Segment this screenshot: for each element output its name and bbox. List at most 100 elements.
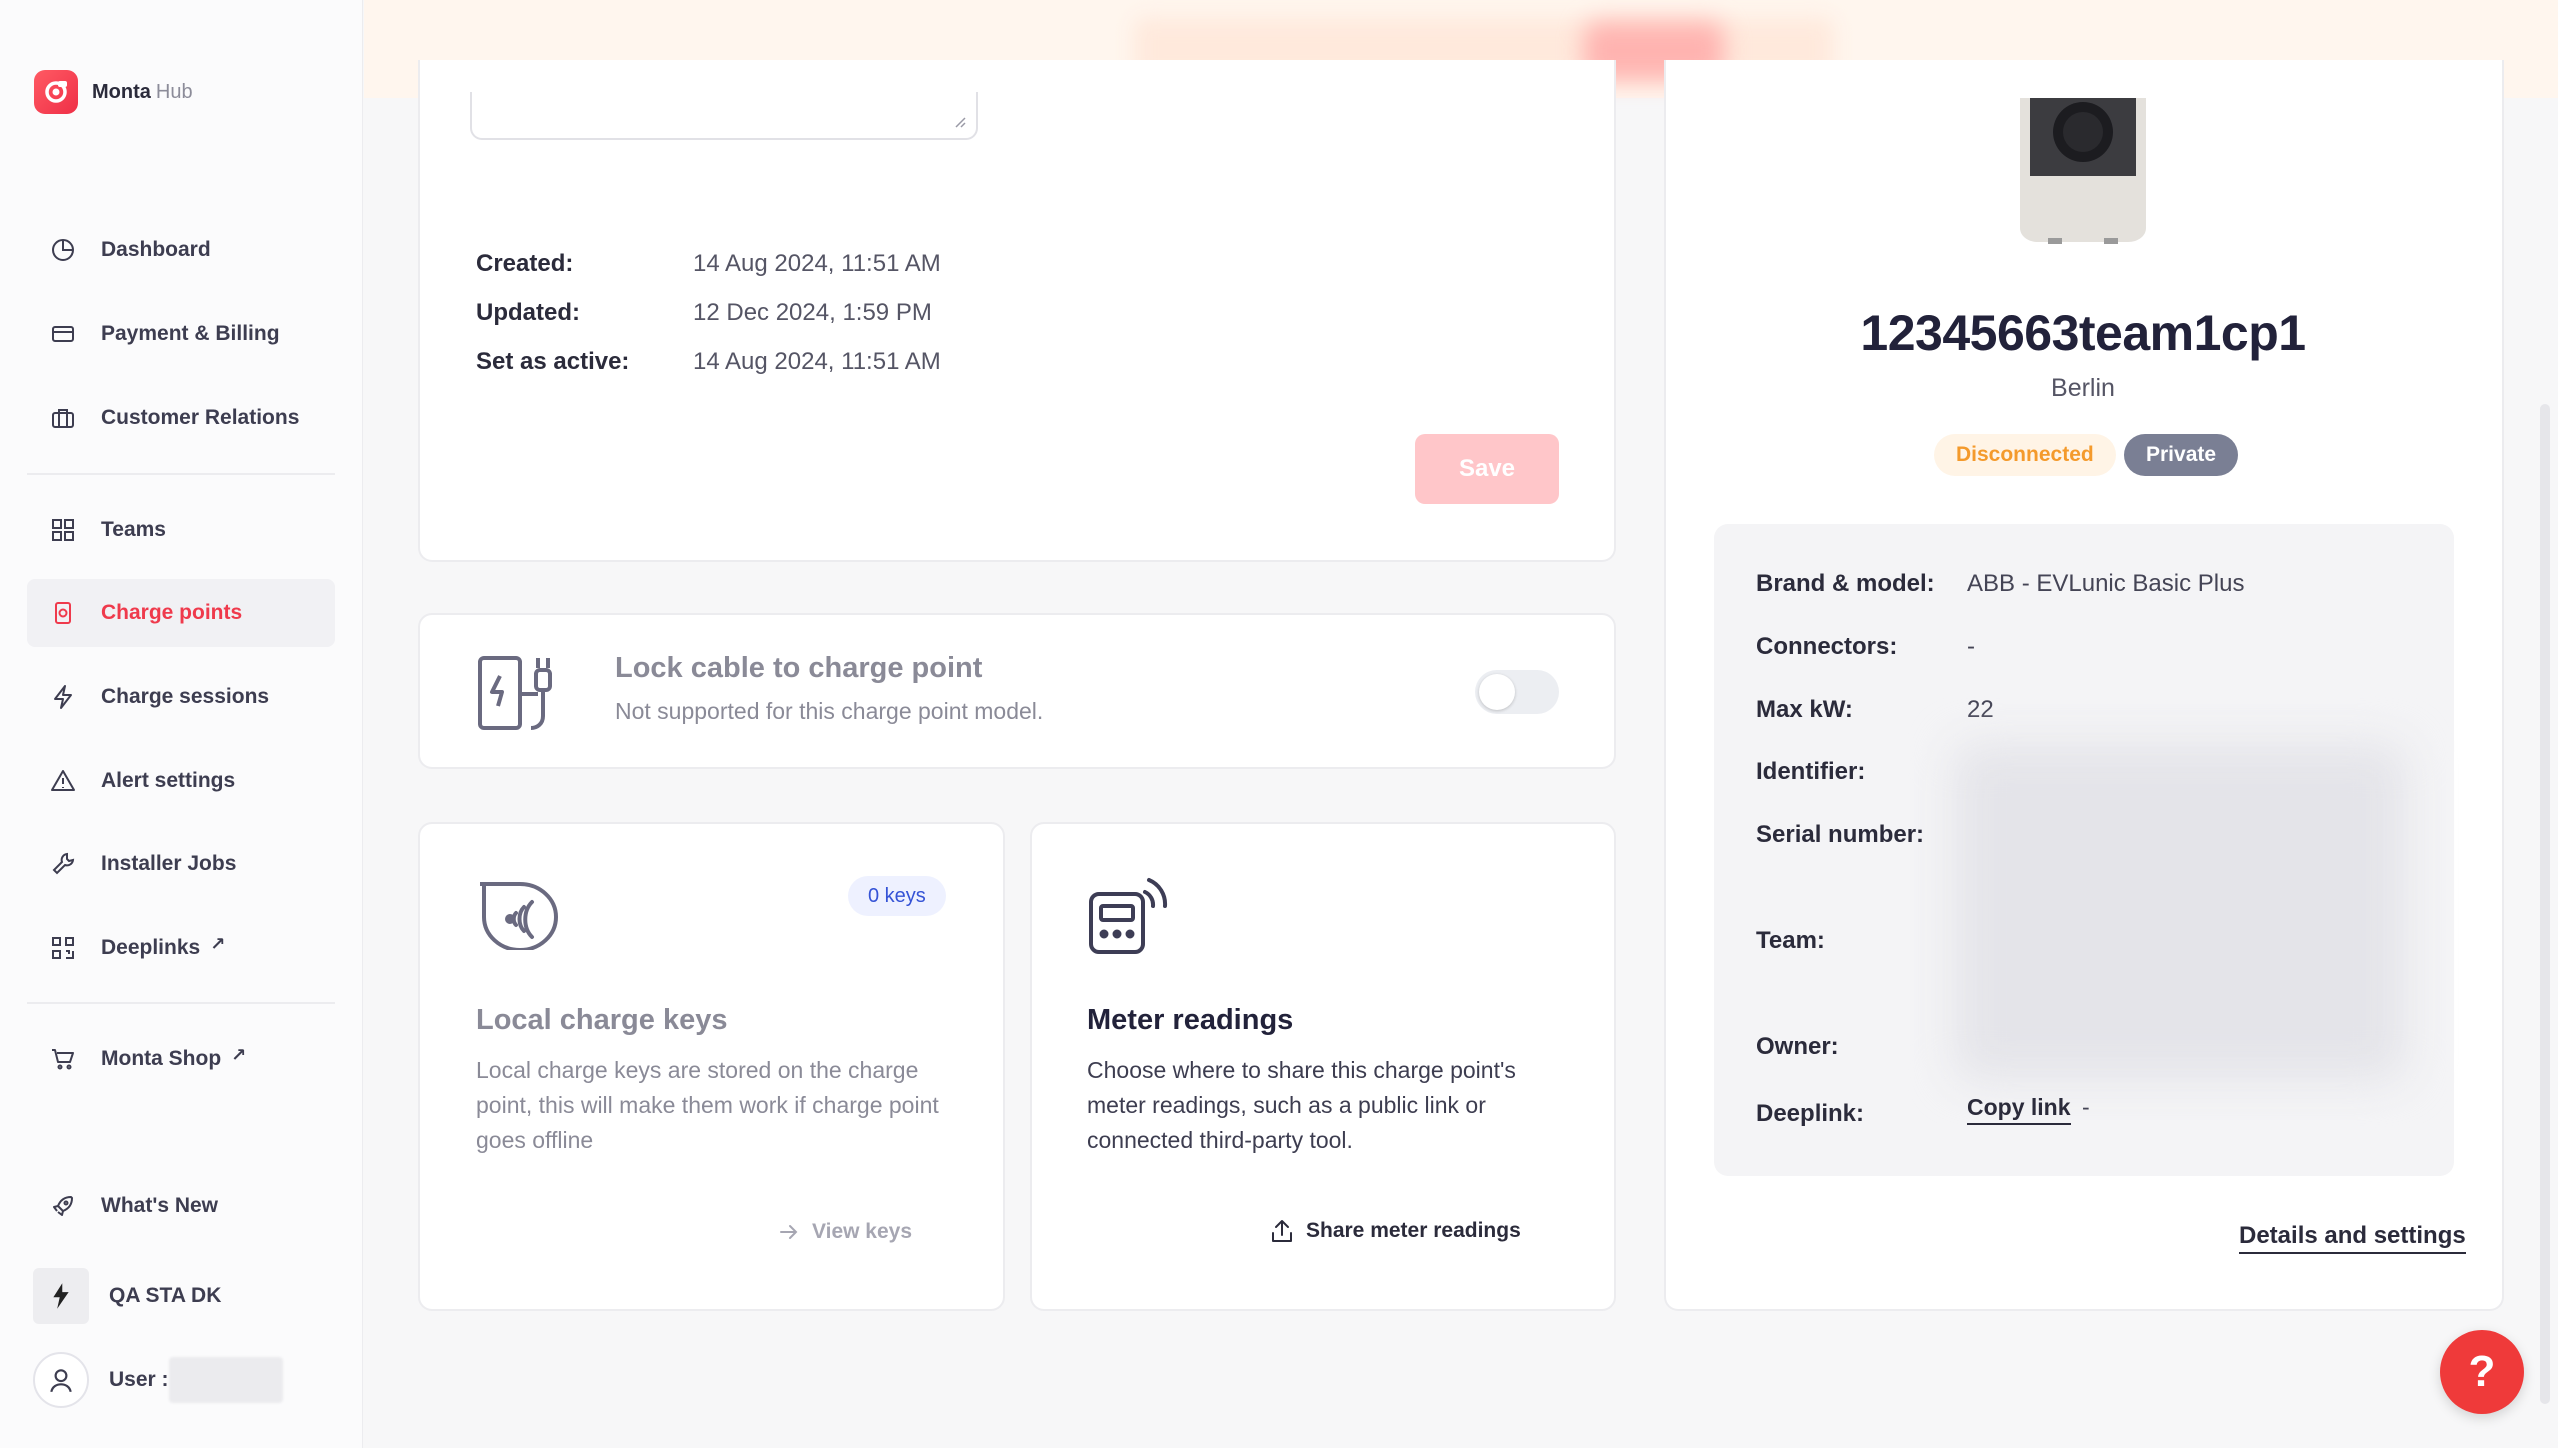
- sidebar-item-customer-relations[interactable]: Customer Relations: [27, 384, 335, 452]
- save-button[interactable]: Save: [1415, 434, 1559, 504]
- sidebar-item-label: Dashboard: [101, 238, 211, 261]
- updated-value: 12 Dec 2024, 1:59 PM: [693, 299, 932, 326]
- share-meter-readings-button[interactable]: Share meter readings: [1270, 1218, 1521, 1244]
- charge-point-city: Berlin: [2051, 374, 2115, 402]
- pie-chart-icon: [52, 239, 74, 261]
- connectors-label: Connectors:: [1756, 633, 1898, 660]
- sidebar-item-monta-shop[interactable]: Monta Shop ↗: [27, 1025, 335, 1093]
- user-avatar-icon: [33, 1352, 89, 1408]
- status-badge: Disconnected: [1934, 434, 2116, 476]
- org-switcher[interactable]: QA STA DK: [27, 1262, 335, 1330]
- share-meter-readings-label: Share meter readings: [1306, 1219, 1521, 1242]
- charger-cable-icon: [478, 656, 552, 730]
- external-link-icon: ↗: [231, 1044, 247, 1065]
- sidebar: Monta Hub Dashboard Payment & Billing Cus…: [0, 0, 363, 1448]
- sidebar-item-label: Customer Relations: [101, 406, 300, 429]
- qr-icon: [52, 937, 74, 959]
- cart-icon: [52, 1049, 74, 1070]
- user-name-redacted: [168, 1357, 283, 1403]
- deeplink-label: Deeplink:: [1756, 1100, 1865, 1127]
- sidebar-item-label: Deeplinks: [101, 936, 201, 959]
- monta-logo-icon: [34, 70, 78, 114]
- share-icon: [1272, 1220, 1292, 1242]
- charge-point-name: 12345663team1cp1: [1860, 305, 2306, 361]
- max-kw-label: Max kW:: [1756, 696, 1853, 723]
- charger-device-image: [2020, 98, 2146, 244]
- org-name: QA STA DK: [109, 1284, 222, 1307]
- scrollbar[interactable]: [2540, 404, 2550, 1404]
- sidebar-item-label: What's New: [101, 1194, 219, 1217]
- sidebar-item-payment-billing[interactable]: Payment & Billing: [27, 300, 335, 368]
- meter-readings-desc: Choose where to share this charge point'…: [1087, 1057, 1516, 1153]
- toggle-knob: [1479, 674, 1515, 710]
- lightning-icon: [54, 685, 72, 709]
- org-logo-icon: [33, 1268, 89, 1324]
- copy-link-button[interactable]: Copy link: [1967, 1094, 2071, 1125]
- details-and-settings-link[interactable]: Details and settings: [2239, 1222, 2466, 1254]
- sidebar-item-dashboard[interactable]: Dashboard: [27, 216, 335, 284]
- serial-number-label: Serial number:: [1756, 821, 1925, 848]
- meter-readings-title: Meter readings: [1087, 1004, 1294, 1036]
- brand-name: Monta: [92, 80, 151, 103]
- lock-cable-toggle[interactable]: [1475, 670, 1559, 714]
- brand-model-label: Brand & model:: [1756, 570, 1935, 597]
- local-keys-desc: Local charge keys are stored on the char…: [476, 1057, 939, 1153]
- sidebar-item-teams[interactable]: Teams: [27, 496, 335, 564]
- active-row: Set as active: 14 Aug 2024, 11:51 AM: [476, 348, 941, 376]
- created-label: Created:: [476, 250, 574, 277]
- briefcase-icon: [52, 409, 74, 428]
- rocket-icon: [53, 1196, 73, 1216]
- help-button[interactable]: ?: [2440, 1330, 2524, 1414]
- user-name: User :: [109, 1368, 169, 1391]
- wrench-icon: [52, 852, 75, 875]
- team-label: Team:: [1756, 927, 1825, 954]
- identifier-label: Identifier:: [1756, 758, 1866, 785]
- resize-grip-icon: [955, 117, 966, 128]
- updated-row: Updated: 12 Dec 2024, 1:59 PM: [476, 299, 932, 327]
- connectors-value: -: [1967, 633, 1975, 660]
- sidebar-item-alert-settings[interactable]: Alert settings: [27, 747, 335, 815]
- view-keys-button[interactable]: View keys: [778, 1220, 912, 1244]
- credit-card-icon: [52, 326, 74, 342]
- brand-sub: Hub: [155, 80, 193, 103]
- sidebar-item-deeplinks[interactable]: Deeplinks ↗: [27, 914, 335, 982]
- active-label: Set as active:: [476, 348, 630, 375]
- brand[interactable]: Monta Hub: [34, 70, 193, 114]
- sidebar-item-label: Charge points: [101, 601, 243, 624]
- sidebar-divider: [27, 473, 335, 475]
- active-value: 14 Aug 2024, 11:51 AM: [693, 348, 941, 375]
- lock-cable-subtitle: Not supported for this charge point mode…: [615, 698, 1044, 724]
- alert-icon: [51, 770, 75, 791]
- updated-label: Updated:: [476, 299, 580, 326]
- sidebar-item-charge-points[interactable]: Charge points: [27, 579, 335, 647]
- sidebar-divider: [27, 1002, 335, 1004]
- lock-cable-title: Lock cable to charge point: [615, 652, 983, 684]
- sidebar-item-label: Teams: [101, 518, 166, 541]
- meter-signal-icon: [1089, 878, 1168, 954]
- created-row: Created: 14 Aug 2024, 11:51 AM: [476, 250, 941, 278]
- sidebar-item-label: Installer Jobs: [101, 852, 237, 875]
- max-kw-value: 22: [1967, 696, 1994, 723]
- external-link-icon: ↗: [210, 933, 226, 954]
- sidebar-item-charge-sessions[interactable]: Charge sessions: [27, 663, 335, 731]
- grid-icon: [52, 519, 74, 541]
- deeplink-separator: -: [2082, 1094, 2090, 1120]
- brand-model-value: ABB - EVLunic Basic Plus: [1967, 570, 2245, 597]
- note-textarea[interactable]: [470, 92, 978, 140]
- sidebar-item-label: Monta Shop: [101, 1047, 222, 1070]
- arrow-right-icon: [780, 1225, 798, 1239]
- rfid-key-icon: [480, 882, 558, 950]
- charge-point-icon: [55, 602, 71, 624]
- sidebar-item-whats-new[interactable]: What's New: [27, 1172, 335, 1240]
- local-keys-title: Local charge keys: [476, 1004, 728, 1036]
- visibility-badge: Private: [2124, 434, 2239, 476]
- details-redacted: [1954, 744, 2406, 1080]
- sidebar-item-label: Alert settings: [101, 769, 236, 792]
- sidebar-item-installer-jobs[interactable]: Installer Jobs: [27, 830, 335, 898]
- user-menu[interactable]: User :: [27, 1346, 335, 1414]
- sidebar-item-label: Payment & Billing: [101, 322, 280, 345]
- keys-count-badge: 0 keys: [848, 876, 946, 916]
- view-keys-label: View keys: [812, 1220, 913, 1243]
- sidebar-item-label: Charge sessions: [101, 685, 270, 708]
- owner-label: Owner:: [1756, 1033, 1839, 1060]
